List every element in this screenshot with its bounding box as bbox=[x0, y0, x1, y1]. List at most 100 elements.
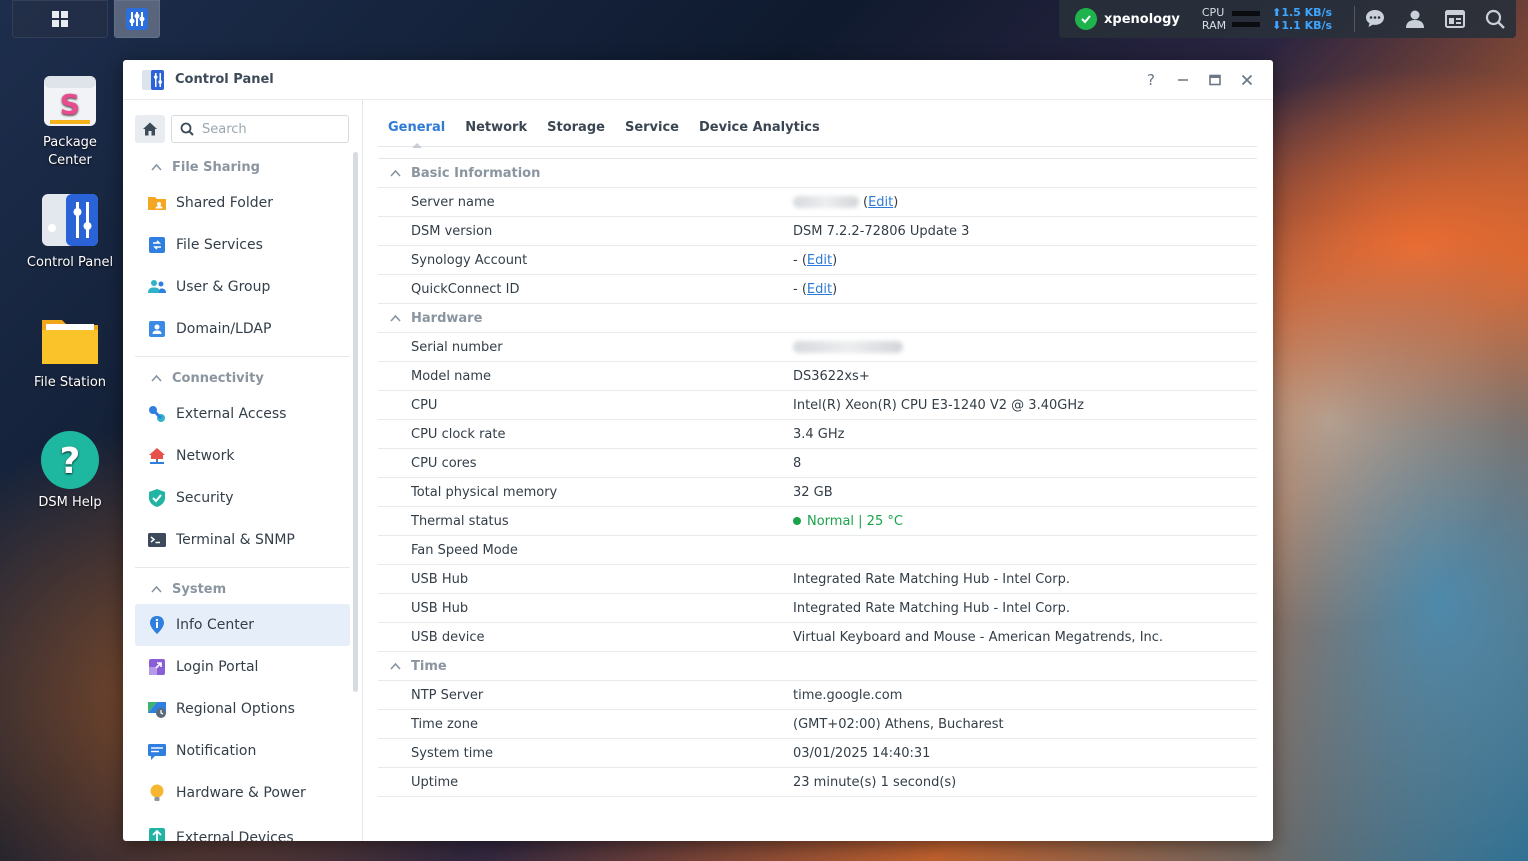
tab-storage[interactable]: Storage bbox=[537, 117, 615, 147]
sidebar-item-external-devices[interactable]: External Devices bbox=[135, 814, 350, 841]
sidebar-scrollbar[interactable] bbox=[353, 152, 358, 692]
sidebar-item-network[interactable]: Network bbox=[135, 435, 350, 477]
desktop-package-center[interactable]: S Package Center bbox=[20, 70, 120, 170]
sidebar-item-login-portal[interactable]: Login Portal bbox=[135, 646, 350, 688]
system-name: xpenology bbox=[1104, 11, 1180, 27]
thermal-status-text: Normal | 25 °C bbox=[807, 513, 903, 529]
edit-server-name-link[interactable]: Edit bbox=[868, 195, 893, 210]
table-row: Time zone (GMT+02:00) Athens, Bucharest bbox=[378, 710, 1257, 739]
desktop-dsm-help[interactable]: ? DSM Help bbox=[20, 430, 120, 512]
row-value: DS3622xs+ bbox=[793, 368, 870, 384]
sidebar-item-label: External Access bbox=[176, 406, 287, 422]
row-label: Total physical memory bbox=[411, 484, 558, 500]
search-icon bbox=[180, 122, 194, 136]
user-button[interactable] bbox=[1395, 0, 1435, 38]
search-input[interactable] bbox=[202, 121, 342, 137]
main-menu-button[interactable] bbox=[12, 0, 108, 38]
tab-service[interactable]: Service bbox=[615, 117, 689, 147]
section-time[interactable]: Time bbox=[378, 652, 1257, 681]
sidebar-item-hardware-power[interactable]: Hardware & Power bbox=[135, 772, 350, 814]
sidebar-item-terminal-snmp[interactable]: Terminal & SNMP bbox=[135, 519, 350, 561]
row-label: Serial number bbox=[411, 339, 503, 355]
search-button[interactable] bbox=[1475, 0, 1515, 38]
taskbar-control-panel-button[interactable] bbox=[114, 0, 160, 38]
widgets-button[interactable] bbox=[1435, 0, 1475, 38]
tab-bar: General Network Storage Service Device A… bbox=[378, 117, 1257, 148]
sidebar-item-file-services[interactable]: File Services bbox=[135, 224, 350, 266]
table-row: Serial number bbox=[378, 333, 1257, 362]
system-status[interactable]: xpenology bbox=[1075, 8, 1180, 30]
control-panel-icon bbox=[40, 190, 100, 250]
maximize-button[interactable] bbox=[1203, 68, 1227, 92]
table-row: Model name DS3622xs+ bbox=[378, 362, 1257, 391]
category-file-sharing[interactable]: File Sharing bbox=[135, 152, 350, 182]
row-label: Synology Account bbox=[411, 252, 528, 268]
desktop-control-panel[interactable]: Control Panel bbox=[20, 190, 120, 272]
home-button[interactable] bbox=[135, 115, 165, 143]
desktop-icon-label: Package Center bbox=[43, 135, 97, 168]
sidebar-item-shared-folder[interactable]: Shared Folder bbox=[135, 182, 350, 224]
sidebar-item-external-access[interactable]: External Access bbox=[135, 393, 350, 435]
sidebar-item-label: Regional Options bbox=[176, 701, 295, 717]
edit-synology-account-link[interactable]: Edit bbox=[807, 253, 832, 268]
sidebar-item-regional-options[interactable]: Regional Options bbox=[135, 688, 350, 730]
search-icon bbox=[1486, 9, 1505, 29]
minimize-button[interactable] bbox=[1171, 68, 1195, 92]
home-icon bbox=[143, 122, 157, 136]
folder-icon bbox=[40, 310, 100, 370]
desktop-icon-label: DSM Help bbox=[38, 495, 102, 510]
network-speeds: ⬆1.5 KB/s ⬇1.1 KB/s bbox=[1272, 6, 1332, 32]
chat-icon bbox=[1366, 10, 1385, 27]
window-titlebar[interactable]: Control Panel ? bbox=[123, 60, 1273, 100]
sidebar-item-label: External Devices bbox=[176, 830, 294, 841]
sidebar-item-domain-ldap[interactable]: Domain/LDAP bbox=[135, 308, 350, 350]
sidebar-item-notification[interactable]: Notification bbox=[135, 730, 350, 772]
info-table: Basic Information Server name (Edit) DSM… bbox=[378, 158, 1257, 797]
desktop-icon-label: File Station bbox=[33, 375, 107, 390]
close-button[interactable] bbox=[1235, 68, 1259, 92]
row-value: (Edit) bbox=[793, 195, 1257, 210]
sidebar-item-info-center[interactable]: Info Center bbox=[135, 604, 350, 646]
section-title: Basic Information bbox=[411, 165, 541, 181]
shared-folder-icon bbox=[147, 193, 167, 213]
sidebar-item-security[interactable]: Security bbox=[135, 477, 350, 519]
table-row: CPU Intel(R) Xeon(R) CPU E3-1240 V2 @ 3.… bbox=[378, 391, 1257, 420]
row-value: - (Edit) bbox=[793, 252, 838, 268]
section-basic-information[interactable]: Basic Information bbox=[378, 159, 1257, 188]
row-value: - (Edit) bbox=[793, 281, 838, 297]
row-value: (GMT+02:00) Athens, Bucharest bbox=[793, 716, 1004, 732]
category-system[interactable]: System bbox=[135, 574, 350, 604]
category-label: File Sharing bbox=[172, 159, 260, 175]
lightbulb-icon bbox=[147, 783, 167, 803]
category-label: Connectivity bbox=[172, 370, 264, 386]
section-title: Hardware bbox=[411, 310, 483, 326]
resource-meters[interactable] bbox=[1232, 11, 1261, 27]
row-label: USB Hub bbox=[411, 600, 469, 616]
cpu-label: CPU bbox=[1201, 6, 1225, 19]
row-label: Time zone bbox=[411, 716, 478, 732]
help-button[interactable]: ? bbox=[1139, 68, 1163, 92]
row-label: QuickConnect ID bbox=[411, 281, 520, 297]
row-value bbox=[793, 341, 1257, 353]
tab-general[interactable]: General bbox=[378, 117, 455, 148]
search-field[interactable] bbox=[171, 115, 349, 143]
row-value: Intel(R) Xeon(R) CPU E3-1240 V2 @ 3.40GH… bbox=[793, 397, 1084, 413]
row-label: USB Hub bbox=[411, 571, 469, 587]
tab-device-analytics[interactable]: Device Analytics bbox=[689, 117, 830, 147]
row-label: Server name bbox=[411, 194, 495, 210]
desktop-file-station[interactable]: File Station bbox=[20, 310, 120, 392]
section-hardware[interactable]: Hardware bbox=[378, 304, 1257, 333]
edit-quickconnect-link[interactable]: Edit bbox=[807, 282, 832, 297]
sidebar-item-label: Info Center bbox=[176, 617, 255, 633]
category-connectivity[interactable]: Connectivity bbox=[135, 363, 350, 393]
regional-options-icon bbox=[147, 699, 167, 719]
notifications-button[interactable] bbox=[1355, 0, 1395, 38]
nav-divider bbox=[135, 567, 350, 568]
sidebar-item-user-group[interactable]: User & Group bbox=[135, 266, 350, 308]
terminal-icon bbox=[147, 530, 167, 550]
row-label: DSM version bbox=[411, 223, 493, 239]
table-row: USB Hub Integrated Rate Matching Hub - I… bbox=[378, 565, 1257, 594]
resource-labels: CPU RAM bbox=[1202, 6, 1226, 32]
tab-network[interactable]: Network bbox=[455, 117, 537, 147]
row-label: System time bbox=[411, 745, 493, 761]
